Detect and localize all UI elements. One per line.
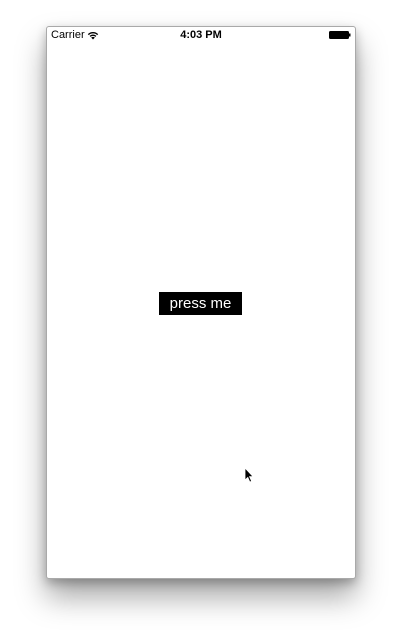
mouse-cursor-icon — [244, 467, 254, 483]
battery-icon — [329, 31, 351, 39]
status-time: 4:03 PM — [180, 29, 222, 41]
status-bar: Carrier 4:03 PM — [47, 27, 355, 43]
press-me-button[interactable]: press me — [159, 292, 242, 315]
simulator-screen: Carrier 4:03 PM press me — [46, 26, 356, 579]
